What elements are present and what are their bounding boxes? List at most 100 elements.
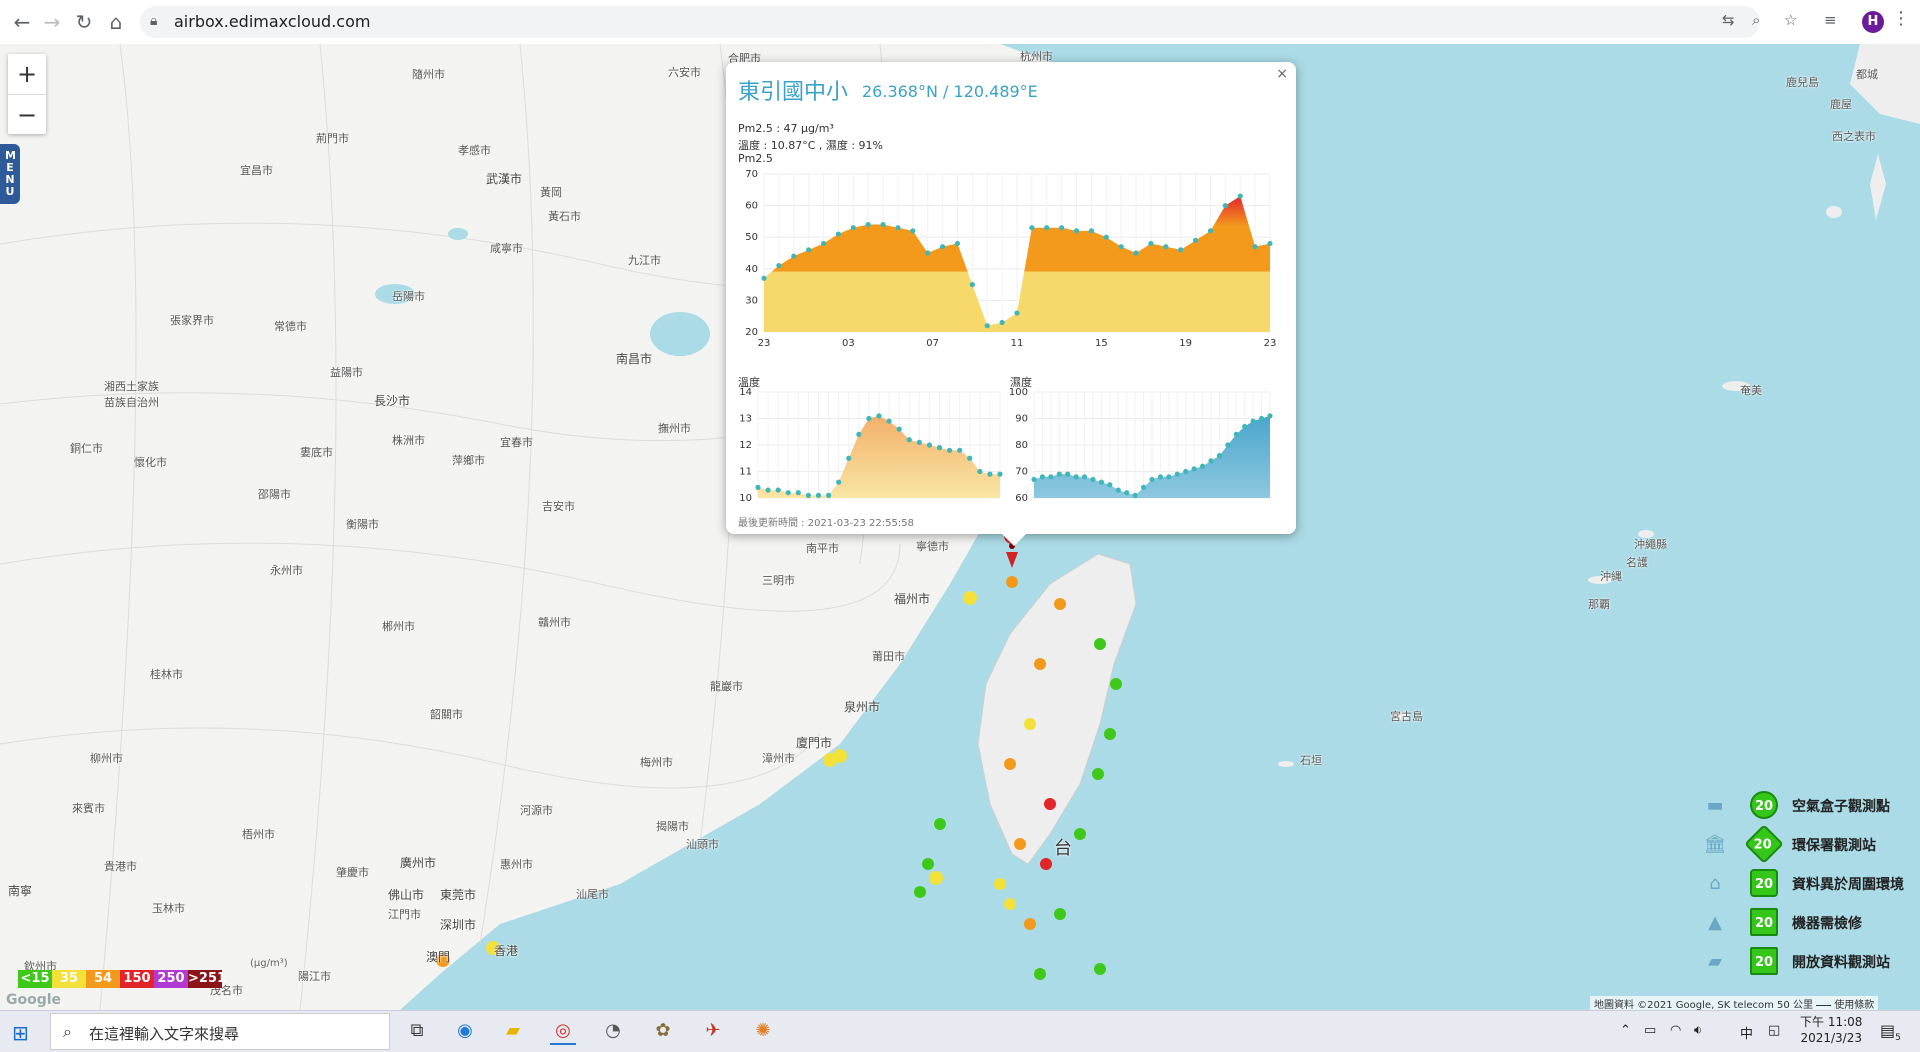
map-label: 益陽市 xyxy=(330,366,363,379)
address-bar[interactable]: 🔒︎ airbox.edimaxcloud.com xyxy=(140,6,1760,38)
data-point xyxy=(1090,476,1096,483)
url-text[interactable]: airbox.edimaxcloud.com xyxy=(174,12,370,31)
key-label: 空氣盒子觀測點 xyxy=(1792,799,1890,815)
clock[interactable]: 下午 11:08 2021/3/23 xyxy=(1800,1014,1862,1046)
map-label: 沖繩縣 xyxy=(1634,538,1667,551)
map-label: 萍鄉市 xyxy=(452,454,485,467)
data-point xyxy=(785,490,791,496)
data-point xyxy=(1207,228,1214,234)
y-tick-label: 60 xyxy=(1015,493,1028,504)
windows-start-icon[interactable]: ⊞ xyxy=(12,1021,29,1045)
reload-icon[interactable]: ↻ xyxy=(72,10,96,34)
home-icon[interactable]: ⌂ xyxy=(104,10,128,34)
data-point xyxy=(1140,484,1147,490)
series-area xyxy=(758,415,1000,498)
close-icon[interactable]: × xyxy=(1276,66,1288,82)
station-popup: × 東引國中小 26.368°N / 120.489°E Pm2.5 : 47 … xyxy=(726,62,1296,546)
data-point xyxy=(910,228,916,234)
taskbar-search[interactable]: ⌕ 在這裡輸入文字來搜尋 xyxy=(50,1013,390,1050)
map-label: 衡陽市 xyxy=(346,518,379,531)
data-point xyxy=(1014,310,1020,316)
data-point xyxy=(1048,474,1054,480)
data-point xyxy=(761,275,767,281)
key-label: 機器需檢修 xyxy=(1792,916,1862,932)
data-point xyxy=(957,447,963,453)
network-icon[interactable]: ◠ xyxy=(1670,1023,1681,1038)
zoom-out-button[interactable]: − xyxy=(8,95,46,135)
map-label: 惠州市 xyxy=(500,858,533,871)
map-label: 韶關市 xyxy=(430,708,463,721)
app-icon[interactable]: ◔ xyxy=(600,1019,626,1043)
data-point xyxy=(1118,244,1124,250)
data-point xyxy=(1216,453,1223,459)
map-label: 肇慶市 xyxy=(336,866,369,879)
y-tick-label: 40 xyxy=(745,264,758,275)
reading-list-icon[interactable]: ≡ xyxy=(1824,11,1837,29)
legend-unit: (μg/m³) xyxy=(250,958,288,969)
data-point xyxy=(880,221,886,228)
data-point xyxy=(967,455,973,461)
data-point xyxy=(866,415,872,422)
app-icon[interactable]: ✈ xyxy=(700,1019,726,1043)
data-point xyxy=(984,323,990,329)
map-label: 銅仁市 xyxy=(70,442,103,455)
map-label: 貴港市 xyxy=(104,860,137,873)
data-point xyxy=(1149,476,1155,483)
key-row: 🏛︎ 20 環保署觀測站 xyxy=(1700,824,1920,867)
edge-icon[interactable]: ◉ xyxy=(452,1019,478,1043)
data-point xyxy=(805,492,812,498)
data-point xyxy=(1252,244,1258,250)
data-point xyxy=(835,231,842,237)
station-coords: 26.368°N / 120.489°E xyxy=(862,82,1038,101)
data-point xyxy=(755,484,761,490)
ime-mode-icon[interactable]: ◱ xyxy=(1768,1023,1780,1038)
back-icon[interactable]: ← xyxy=(10,10,34,34)
data-point xyxy=(1163,244,1169,250)
data-point xyxy=(1183,468,1189,475)
battery-icon[interactable]: ▭ xyxy=(1644,1023,1656,1038)
app-icon[interactable]: ✿ xyxy=(650,1019,676,1043)
y-tick-label: 70 xyxy=(745,169,758,180)
menu-icon[interactable]: ⋮ xyxy=(1892,8,1910,29)
data-point xyxy=(997,471,1003,477)
data-point xyxy=(1237,193,1243,199)
key-row: ▬ 20 空氣盒子觀測點 xyxy=(1700,789,1920,828)
menu-tab[interactable]: MENU xyxy=(0,144,20,204)
y-tick-label: 70 xyxy=(1015,467,1028,478)
map-label: 武漢市 xyxy=(486,172,523,186)
data-point xyxy=(1174,471,1180,477)
map-label: 荊門市 xyxy=(316,132,349,145)
key-label: 環保署觀測站 xyxy=(1792,838,1876,854)
notification-count: 5 xyxy=(1895,1033,1901,1044)
map-label: 梧州市 xyxy=(242,828,275,841)
map-label: 寧德市 xyxy=(916,540,949,553)
data-point xyxy=(977,468,983,475)
task-view-icon[interactable]: ⧉ xyxy=(404,1019,430,1043)
star-icon[interactable]: ☆ xyxy=(1784,11,1797,29)
avatar[interactable]: H xyxy=(1862,11,1884,33)
data-point xyxy=(1056,471,1062,477)
chevron-up-icon[interactable]: ⌃ xyxy=(1620,1023,1631,1038)
data-point xyxy=(1115,487,1121,493)
map-label: 深圳市 xyxy=(440,918,477,932)
forward-icon[interactable]: → xyxy=(40,10,64,34)
notification-icon[interactable]: ▤5 xyxy=(1880,1021,1901,1043)
map-canvas[interactable]: 隨州市 荊門市 孝感市 宜昌市 武漢市 黃岡 黃石市 咸寧市 九江市 六安市 合… xyxy=(0,44,1920,1010)
ime-indicator[interactable]: 中 xyxy=(1740,1023,1753,1042)
volume-icon[interactable]: 🔉︎ xyxy=(1694,1023,1702,1038)
zoom-icon[interactable]: ⌕ xyxy=(1752,11,1760,29)
lock-icon[interactable]: 🔒︎ xyxy=(150,13,157,29)
taskbar: ⊞ ⌕ 在這裡輸入文字來搜尋 ⧉ ◉ ▰ ◎ ◔ ✿ ✈ ✺ ⌃ ▭ ◠ 🔉︎ … xyxy=(0,1010,1920,1052)
data-point xyxy=(1225,442,1231,448)
zoom-in-button[interactable]: + xyxy=(8,54,46,94)
humidity-chart: 60 70 80 90 100 xyxy=(1009,387,1273,504)
data-point xyxy=(876,413,882,419)
map-label: 株洲市 xyxy=(392,434,425,447)
map-attribution[interactable]: 地圖資料 ©2021 Google, SK telecom 50 公里 ⎯⎯⎯ … xyxy=(1590,996,1879,1010)
chrome-icon[interactable]: ◎ xyxy=(550,1019,576,1045)
legend-item: <15 xyxy=(18,970,52,988)
app-icon[interactable]: ✺ xyxy=(750,1019,776,1043)
map-label: 鹿兒島 xyxy=(1786,76,1819,89)
translate-icon[interactable]: ⇆ xyxy=(1722,11,1735,29)
file-explorer-icon[interactable]: ▰ xyxy=(500,1019,526,1043)
